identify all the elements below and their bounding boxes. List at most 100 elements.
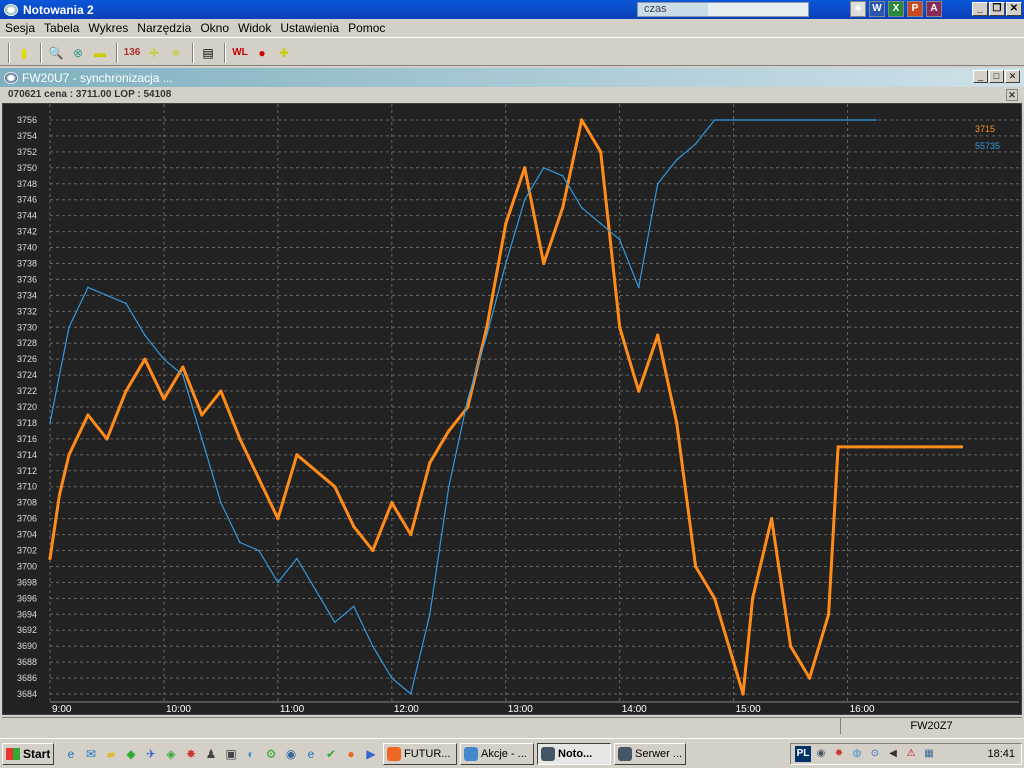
powerpoint-icon[interactable]: P: [907, 1, 923, 17]
lop-series-point: [505, 262, 507, 265]
app-icon-11[interactable]: ⚙: [262, 745, 280, 763]
excel-icon[interactable]: X: [888, 1, 904, 17]
price-series-point: [124, 389, 128, 393]
access-icon[interactable]: A: [926, 1, 942, 17]
price-series-point: [67, 453, 71, 457]
lop-series-point: [542, 167, 545, 169]
czas-field[interactable]: czas: [637, 2, 809, 17]
outlook-icon[interactable]: ✉: [82, 745, 100, 763]
tray-app-icon-2[interactable]: ▦: [921, 746, 937, 762]
price-series-point: [940, 445, 945, 449]
taskbar-button-akcje[interactable]: Akcje - ...: [460, 742, 534, 765]
lop-series-point: [618, 238, 621, 241]
legend-label: 55735: [975, 141, 1000, 151]
app-icon-14[interactable]: ✔: [322, 745, 340, 763]
price-series-point: [580, 118, 584, 122]
lop-series-point: [258, 549, 260, 552]
lop-series-point: [637, 286, 640, 289]
taskbar-button-futur[interactable]: FUTUR...: [383, 742, 457, 765]
tray-app-icon[interactable]: ⚠: [903, 746, 919, 762]
lop-series-point: [467, 398, 469, 400]
restore-button[interactable]: ❐: [989, 2, 1005, 16]
crosshair-icon[interactable]: ✛: [144, 43, 164, 63]
clock: 18:41: [987, 748, 1015, 760]
menu-sesja[interactable]: Sesja: [0, 21, 39, 35]
close-button[interactable]: ✕: [1006, 2, 1022, 16]
price-series-point: [390, 501, 394, 505]
lop-series-point: [561, 175, 564, 177]
menu-wykres[interactable]: Wykres: [83, 21, 132, 35]
app-icon-12[interactable]: ◉: [282, 745, 300, 763]
word-icon[interactable]: W: [869, 1, 885, 17]
new-document-icon[interactable]: ▮: [14, 43, 34, 63]
office-icon[interactable]: ♣: [850, 1, 866, 17]
y-tick-label: 3756: [17, 115, 37, 125]
lop-series-point: [789, 119, 792, 121]
chart-maximize-button[interactable]: □: [989, 70, 1004, 83]
language-indicator[interactable]: PL: [795, 746, 811, 762]
ie-icon[interactable]: e: [62, 745, 80, 763]
price-series-point: [352, 525, 356, 529]
price-series-point: [902, 445, 907, 449]
add-indicator-icon[interactable]: ✚: [274, 43, 294, 63]
price-series-point: [921, 445, 926, 449]
tray-gear-icon[interactable]: ✹: [831, 746, 847, 762]
status-bar: FW20Z7: [2, 717, 1022, 734]
y-tick-label: 3722: [17, 386, 37, 396]
lop-series-point: [856, 119, 858, 121]
chart-close-button[interactable]: ✕: [1005, 70, 1020, 83]
chart-area[interactable]: 3756 3754 3752 3750 3748 3746 3744 3742 3740 3738…: [2, 103, 1022, 715]
table-icon[interactable]: ▤: [198, 43, 218, 63]
taskbar-button-serwer[interactable]: Serwer ...: [614, 742, 686, 765]
minimize-button[interactable]: _: [972, 2, 988, 16]
chart-window-icon: [4, 71, 18, 84]
x-tick-label: 11:00: [280, 704, 305, 714]
infobar-close-button[interactable]: ✕: [1006, 89, 1018, 101]
app-icon-8[interactable]: ♟: [202, 745, 220, 763]
y-tick-label: 3726: [17, 354, 37, 364]
zoom-fit-icon[interactable]: ⊗: [68, 43, 88, 63]
folder-icon[interactable]: ▰: [102, 745, 120, 763]
lop-series-point: [353, 605, 355, 608]
x-tick-label: 13:00: [508, 704, 533, 714]
app-icon-4[interactable]: ◆: [122, 745, 140, 763]
app-icon-9[interactable]: ▣: [222, 745, 240, 763]
menu-tabela[interactable]: Tabela: [39, 21, 83, 35]
bar-settings-icon[interactable]: ≡: [166, 43, 186, 63]
app-icon-7[interactable]: ✸: [182, 745, 200, 763]
menu-okno[interactable]: Okno: [195, 21, 233, 35]
app-icon-10[interactable]: ◐: [242, 745, 260, 763]
taskbar-button-notowania[interactable]: Noto...: [537, 742, 611, 765]
price-series-point: [48, 556, 52, 561]
ie-icon-2[interactable]: e: [302, 745, 320, 763]
signal-light-icon[interactable]: ●: [252, 43, 272, 63]
price-series-point: [428, 461, 432, 465]
lop-series-point: [277, 581, 279, 584]
y-tick-label: 3728: [17, 338, 37, 348]
tray-notowania-icon[interactable]: ◉: [813, 746, 829, 762]
media-icon[interactable]: ▶: [362, 745, 380, 763]
tray-volume-icon[interactable]: ◀: [885, 746, 901, 762]
y-tick-label: 3712: [17, 466, 37, 476]
start-button[interactable]: Start: [2, 742, 54, 765]
price-series-point: [371, 548, 375, 553]
tray-shield-icon[interactable]: ⊙: [867, 746, 883, 762]
chart-minimize-button[interactable]: _: [973, 70, 988, 83]
menu-pomoc[interactable]: Pomoc: [343, 21, 389, 35]
price-series-point: [143, 357, 147, 361]
y-tick-label: 3734: [17, 290, 37, 300]
menu-narzedzia[interactable]: Narzędzia: [132, 21, 195, 35]
price-chart[interactable]: 3756 3754 3752 3750 3748 3746 3744 3742 3740 3738…: [3, 104, 1021, 714]
menu-widok[interactable]: Widok: [233, 21, 275, 35]
wl-icon[interactable]: WL: [230, 43, 250, 63]
app-icon-6[interactable]: ◈: [162, 745, 180, 763]
menu-ustawienia[interactable]: Ustawienia: [275, 21, 343, 35]
lop-series-point: [87, 286, 89, 289]
numbers-icon[interactable]: 136: [122, 43, 142, 63]
ruler-icon[interactable]: ▬: [90, 43, 110, 63]
tray-network-icon[interactable]: ◍: [849, 746, 865, 762]
app-icon-5[interactable]: ✈: [142, 745, 160, 763]
zoom-icon[interactable]: 🔍: [46, 43, 66, 63]
price-series-point: [865, 445, 869, 449]
firefox-icon[interactable]: ●: [342, 745, 360, 763]
